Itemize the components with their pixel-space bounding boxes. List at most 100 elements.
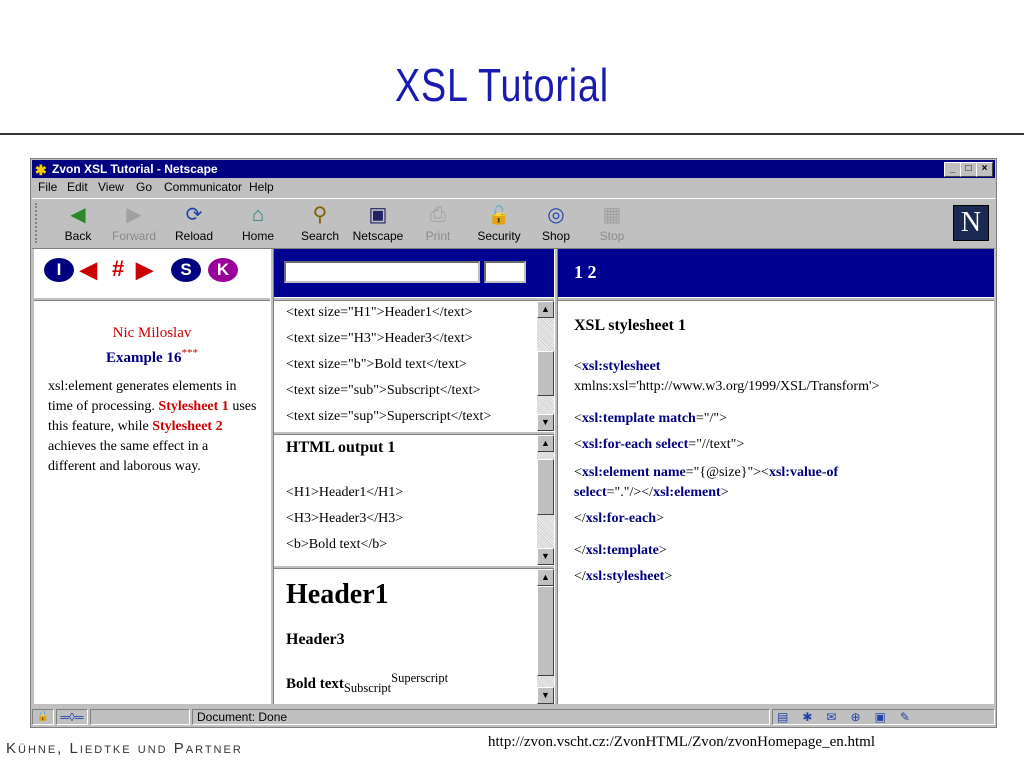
example-description: xsl:element generates elements in time o… (48, 379, 257, 474)
source-line: <text size="sup">Superscript</text> (286, 409, 492, 424)
forward-arrow-icon: ▶ (126, 204, 142, 226)
source-line: <text size="sub">Subscript</text> (286, 383, 481, 398)
vertical-scrollbar[interactable]: ▲ ▼ (537, 301, 554, 431)
rendered-output-frame: Header1 Header3 Bold textSubscriptSupers… (274, 569, 554, 704)
netscape-button[interactable]: ▣ Netscape (348, 201, 408, 247)
home-icon: ⌂ (251, 204, 265, 226)
page-number[interactable]: 1 2 (574, 262, 597, 283)
menu-bar: File Edit View Go Communicator Help (32, 179, 995, 196)
html-output-frame: HTML output 1 <H1>Header1</H1> <H3>Heade… (274, 435, 554, 565)
component-bar-icons[interactable]: ▤✱✉⊕▣✎ (772, 709, 995, 725)
window-title: Zvon XSL Tutorial - Netscape (52, 162, 218, 176)
scroll-thumb[interactable] (537, 351, 554, 396)
nav-frame: I ◀ # ▶ S K (34, 249, 270, 297)
search-input[interactable] (284, 261, 480, 283)
number-input[interactable] (484, 261, 526, 283)
vertical-scrollbar[interactable]: ▲ ▼ (537, 435, 554, 565)
description-frame: Nic Miloslav Example 16*** xsl:element g… (34, 301, 270, 704)
output-line: <b>Bold text</b> (286, 537, 388, 552)
rendered-inline: Bold textSubscriptSuperscript (286, 671, 449, 695)
scroll-down-button[interactable]: ▼ (537, 414, 554, 431)
k-button[interactable]: K (208, 258, 238, 282)
footer-company: Kühne, Liedtke und Partner (6, 740, 243, 757)
scroll-thumb[interactable] (537, 586, 554, 676)
code-line: select="."/></xsl:element> (574, 485, 729, 500)
navigation-toolbar: ◀ Back ▶ Forward ⟳ Reload ⌂ Home ⚲ Searc… (32, 198, 995, 249)
menu-go[interactable]: Go (136, 180, 152, 194)
back-button[interactable]: ◀ Back (48, 201, 108, 247)
forward-button[interactable]: ▶ Forward (104, 201, 164, 247)
lock-icon: 🔓 (487, 205, 511, 225)
scroll-thumb[interactable] (537, 459, 554, 515)
stop-button[interactable]: ▦ Stop (582, 201, 642, 247)
menu-help[interactable]: Help (249, 180, 274, 194)
print-button[interactable]: ⎙ Print (408, 201, 468, 247)
previous-button[interactable]: ◀ (80, 257, 97, 283)
reload-button[interactable]: ⟳ Reload (164, 201, 224, 247)
source-line: <text size="H3">Header3</text> (286, 331, 473, 346)
code-line: <xsl:element name="{@size}"><xsl:value-o… (574, 465, 839, 480)
vertical-scrollbar[interactable]: ▲ ▼ (537, 569, 554, 704)
rendered-h3: Header3 (286, 631, 345, 648)
hash-button[interactable]: # (112, 256, 124, 282)
stylesheet-1-link[interactable]: Stylesheet 1 (158, 399, 228, 414)
reload-icon: ⟳ (185, 204, 203, 226)
code-line: xmlns:xsl='http://www.w3.org/1999/XSL/Tr… (574, 379, 880, 394)
security-status-icon[interactable]: 🔒 (32, 709, 54, 725)
page-number-frame: 1 2 (558, 249, 994, 297)
search-button[interactable]: ⚲ Search (290, 201, 350, 247)
example-title: Example 16*** (106, 347, 198, 366)
maximize-button[interactable]: □ (960, 162, 977, 177)
input-frame (274, 249, 554, 297)
window-titlebar[interactable]: ✱ Zvon XSL Tutorial - Netscape _ □ × (32, 160, 995, 178)
index-button[interactable]: I (44, 258, 74, 282)
footer-url[interactable]: http://zvon.vscht.cz:/ZvonHTML/Zvon/zvon… (488, 734, 875, 751)
security-button[interactable]: 🔓 Security (469, 201, 529, 247)
code-line: </xsl:template> (574, 543, 667, 558)
menu-communicator[interactable]: Communicator (164, 180, 242, 194)
scroll-up-button[interactable]: ▲ (537, 435, 554, 452)
stylesheet-frame: XSL stylesheet 1 <xsl:stylesheet xmlns:x… (558, 301, 994, 704)
netscape-logo[interactable]: N (953, 205, 989, 241)
search-icon: ⚲ (312, 204, 328, 226)
app-icon: ✱ (35, 162, 47, 178)
next-button[interactable]: ▶ (136, 257, 153, 283)
shop-button[interactable]: ◎ Shop (526, 201, 586, 247)
stylesheet-heading: XSL stylesheet 1 (574, 317, 686, 334)
scroll-up-button[interactable]: ▲ (537, 569, 554, 586)
netscape-icon: ▣ (368, 204, 388, 226)
code-line: <xsl:for-each select="//text"> (574, 437, 745, 452)
title-divider (0, 133, 1024, 135)
status-text: Document: Done (192, 709, 770, 725)
stylesheet-2-link[interactable]: Stylesheet 2 (152, 419, 222, 434)
source-line: <text size="H1">Header1</text> (286, 305, 473, 320)
page-content: I ◀ # ▶ S K Nic Miloslav Example 16*** x… (34, 249, 994, 704)
scroll-up-button[interactable]: ▲ (537, 301, 554, 318)
code-line: </xsl:for-each> (574, 511, 664, 526)
stop-icon: ▦ (602, 204, 622, 226)
example-stars: *** (181, 347, 198, 359)
home-button[interactable]: ⌂ Home (228, 201, 288, 247)
menu-view[interactable]: View (98, 180, 124, 194)
toolbar-grip[interactable] (35, 203, 43, 243)
code-line: <xsl:stylesheet (574, 359, 661, 374)
close-button[interactable]: × (976, 162, 993, 177)
menu-file[interactable]: File (38, 180, 57, 194)
author-name: Nic Miloslav (112, 325, 192, 341)
html-output-heading: HTML output 1 (286, 439, 396, 456)
output-line: <H3>Header3</H3> (286, 511, 404, 526)
code-line: <xsl:template match="/"> (574, 411, 727, 426)
scroll-down-button[interactable]: ▼ (537, 548, 554, 565)
source-line: <text size="b">Bold text</text> (286, 357, 467, 372)
scroll-down-button[interactable]: ▼ (537, 687, 554, 704)
minimize-button[interactable]: _ (944, 162, 961, 177)
back-arrow-icon: ◀ (70, 204, 86, 226)
status-bar: 🔒 ═◊═ Document: Done ▤✱✉⊕▣✎ (32, 708, 995, 727)
menu-edit[interactable]: Edit (67, 180, 88, 194)
progress-box (90, 709, 190, 725)
output-line: <H1>Header1</H1> (286, 485, 404, 500)
print-icon: ⎙ (430, 204, 446, 226)
browser-window: ✱ Zvon XSL Tutorial - Netscape _ □ × Fil… (30, 158, 997, 728)
s-button[interactable]: S (171, 258, 201, 282)
connection-status-icon: ═◊═ (56, 709, 88, 725)
